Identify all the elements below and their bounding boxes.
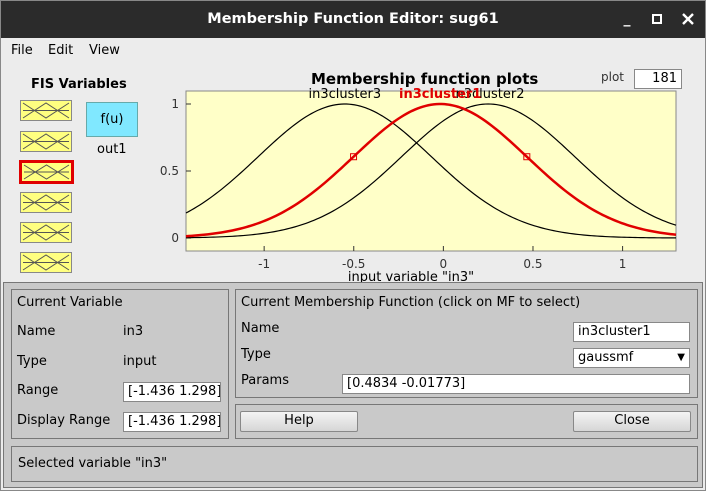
maximize-icon[interactable] — [645, 7, 669, 31]
cv-type-label: Type — [17, 354, 47, 369]
button-group: Help Close — [235, 404, 698, 439]
mf-thumbnail-icon — [22, 224, 70, 241]
input-variable-box-in1[interactable] — [20, 100, 72, 121]
plot-area — [185, 90, 677, 252]
mf-type-select[interactable]: gaussmf ▼ — [573, 348, 690, 368]
cv-display-range-field[interactable]: [-1.436 1.298] — [123, 412, 221, 432]
mf-thumbnail-icon — [22, 133, 70, 150]
x-tick-label: -1 — [258, 257, 270, 271]
mf-type-label: Type — [241, 347, 271, 362]
current-variable-title: Current Variable — [17, 295, 123, 310]
input-variable-box-in3[interactable] — [19, 160, 74, 184]
status-text: Selected variable "in3" — [18, 456, 168, 471]
plot-points-input[interactable]: 181 — [634, 69, 682, 89]
x-axis-label: input variable "in3" — [348, 270, 474, 282]
mf-thumbnail-icon — [22, 254, 70, 271]
top-panel: FIS Variables f(u) out1 Membership funct… — [1, 63, 705, 282]
current-variable-group: Current Variable Name in3 Type input Ran… — [11, 289, 229, 439]
y-tick-label: 0 — [171, 231, 179, 245]
minimize-icon[interactable]: _ — [615, 7, 639, 31]
close-button[interactable]: Close — [573, 411, 691, 432]
cv-name-label: Name — [17, 324, 56, 339]
x-tick-label: 0.5 — [523, 257, 542, 271]
mf-label-in3cluster3[interactable]: in3cluster3 — [308, 88, 381, 102]
y-tick-label: 0.5 — [160, 164, 179, 178]
mf-thumbnail-icon — [22, 194, 70, 211]
mf-label-in3cluster1[interactable]: in3cluster1 — [399, 88, 481, 102]
menu-edit[interactable]: Edit — [48, 43, 73, 58]
input-variable-box-in5[interactable] — [20, 222, 72, 243]
cv-type-value: input — [123, 354, 157, 369]
cv-display-range-label: Display Range — [17, 413, 111, 428]
input-variable-box-in2[interactable] — [20, 131, 72, 152]
menu-view[interactable]: View — [89, 43, 120, 58]
x-tick-label: 0 — [440, 257, 448, 271]
membership-function-plot[interactable]: 00.51-1 -0.5 0 0.5 1in3cluster3 in3cluster2in… — [151, 88, 681, 282]
input-variable-box-in4[interactable] — [20, 192, 72, 213]
x-tick-label: -0.5 — [342, 257, 365, 271]
current-mf-title: Current Membership Function (click on MF… — [241, 295, 581, 310]
output-variable-label: out1 — [97, 142, 127, 157]
mf-params-label: Params — [241, 373, 289, 388]
mf-name-label: Name — [241, 321, 280, 336]
menu-bar: File Edit View — [1, 38, 705, 63]
bottom-panel: Current Variable Name in3 Type input Ran… — [3, 282, 703, 488]
plot-title: Membership function plots — [311, 70, 539, 88]
mf-thumbnail-icon — [23, 164, 70, 180]
close-icon[interactable] — [676, 7, 700, 31]
help-button[interactable]: Help — [240, 411, 358, 432]
x-tick-label: 1 — [619, 257, 627, 271]
menu-file[interactable]: File — [11, 43, 33, 58]
window-title: Membership Function Editor: sug61 — [207, 11, 499, 27]
mf-params-field[interactable]: [0.4834 -0.01773] — [342, 374, 690, 394]
cv-range-field[interactable]: [-1.436 1.298] — [123, 382, 221, 402]
plot-points-label: plot — [601, 70, 624, 84]
mf-editor-window: Membership Function Editor: sug61 _ File… — [0, 0, 706, 491]
input-variable-box-in6[interactable] — [20, 252, 72, 273]
mf-thumbnail-icon — [22, 102, 70, 119]
current-mf-group: Current Membership Function (click on MF… — [235, 289, 698, 398]
cv-range-label: Range — [17, 383, 59, 398]
cv-name-value: in3 — [123, 324, 144, 339]
mf-type-value: gaussmf — [578, 350, 634, 365]
mf-name-field[interactable]: in3cluster1 — [573, 322, 690, 342]
chevron-down-icon: ▼ — [677, 352, 685, 363]
fis-variables-title: FIS Variables — [31, 77, 127, 92]
status-bar: Selected variable "in3" — [11, 446, 698, 482]
output-variable-box[interactable]: f(u) — [86, 102, 138, 137]
y-tick-label: 1 — [171, 97, 179, 111]
title-bar: Membership Function Editor: sug61 _ — [1, 1, 705, 38]
